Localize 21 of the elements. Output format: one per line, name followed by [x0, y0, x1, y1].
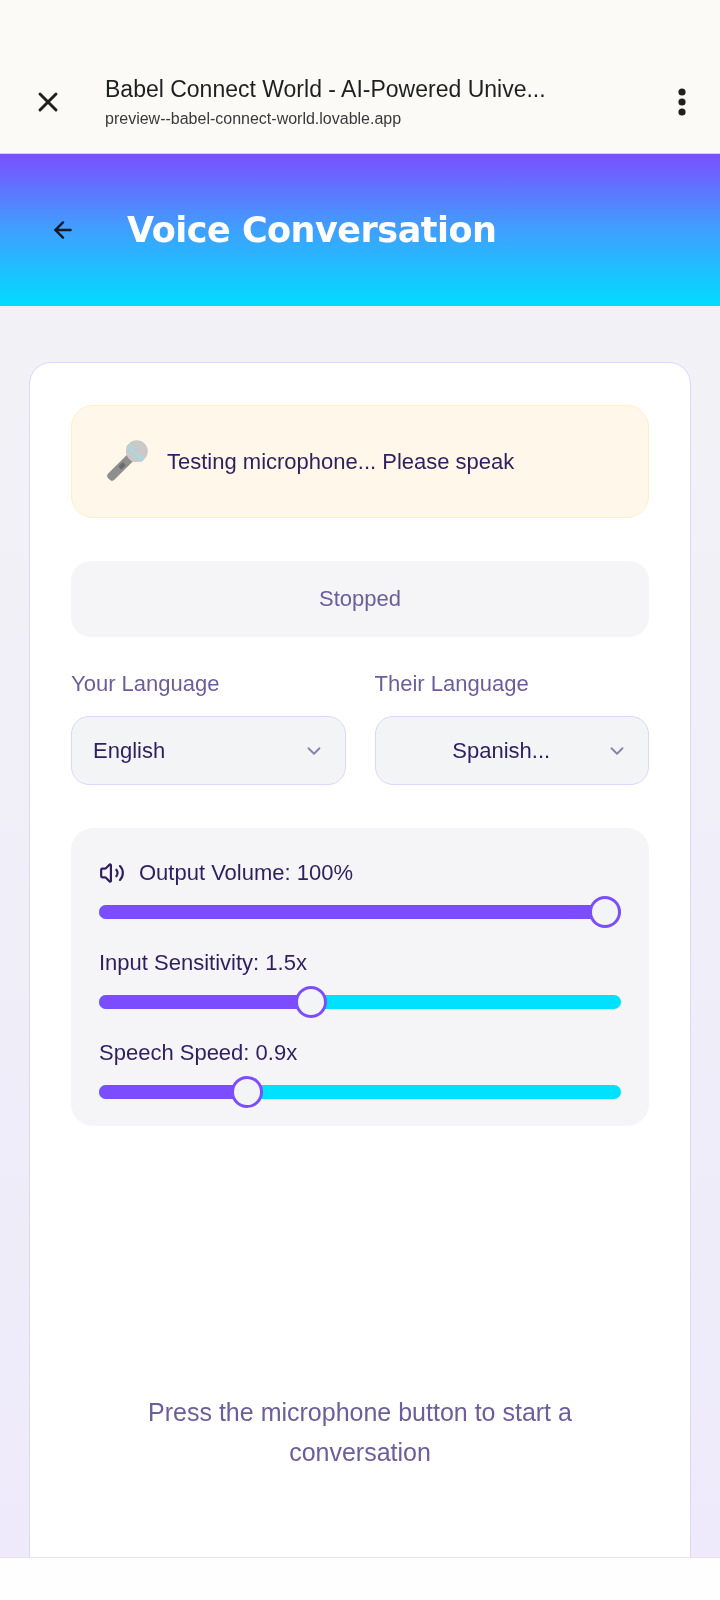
- slider-thumb[interactable]: [295, 986, 327, 1018]
- screen-title: Voice Conversation: [127, 209, 497, 252]
- more-icon: [678, 87, 686, 116]
- language-label: Their Language: [374, 670, 530, 698]
- speaker-icon: [99, 860, 125, 886]
- slider-track[interactable]: [99, 1076, 621, 1108]
- language-select[interactable]: Spanish...: [374, 716, 649, 785]
- page-title: Babel Connect World - AI-Powered Unive...: [105, 74, 547, 104]
- start-hint: Press the microphone button to start a conversation: [147, 1397, 573, 1468]
- banner-message: Testing microphone... Please speak: [167, 447, 515, 476]
- page-url: preview--babel-connect-world.lovable.app: [105, 108, 403, 129]
- language-label: Your Language: [71, 670, 221, 698]
- status-text: Stopped: [319, 585, 401, 613]
- slider-label: Output Volume: 100%: [139, 859, 354, 887]
- slider-label: Input Sensitivity: 1.5x: [99, 949, 307, 977]
- slider-thumb[interactable]: [589, 896, 621, 928]
- slider-label: Speech Speed: 0.9x: [99, 1039, 298, 1067]
- slider-track[interactable]: [99, 896, 621, 928]
- language-select[interactable]: English: [71, 716, 346, 785]
- slider-track[interactable]: [99, 986, 621, 1018]
- slider-thumb[interactable]: [231, 1076, 264, 1108]
